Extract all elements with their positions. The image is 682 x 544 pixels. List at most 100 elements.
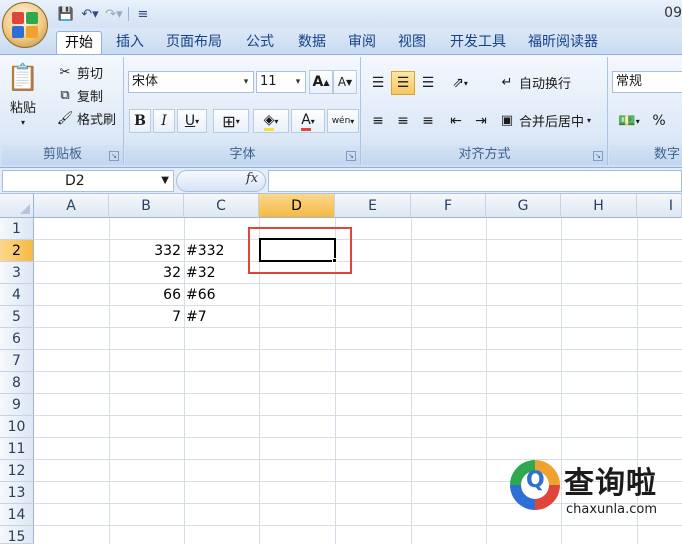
quick-access-toolbar: 💾 ↶▾ ↷▾ ≡ [56,4,153,24]
align-left-button[interactable]: ≡ [366,109,390,133]
align-center-button[interactable]: ≡ [391,109,415,133]
tab-view[interactable]: 视图 [390,31,434,54]
row-header-7[interactable]: 7 [0,350,34,372]
number-group: 常规 💵 ▾ % 数字 [609,57,682,165]
column-header-h[interactable]: H [561,194,637,218]
row-header-4[interactable]: 4 [0,284,34,306]
formula-input[interactable] [268,170,682,192]
align-right-button[interactable]: ≡ [416,109,440,133]
scissors-icon: ✂ [59,65,71,80]
tab-review[interactable]: 审阅 [340,31,384,54]
column-header-d[interactable]: D [259,194,335,218]
cell-b4[interactable]: 66 [109,284,184,306]
clipboard-group: 📋 粘贴 ▾ ✂ 剪切 ⧉ 复制 🖌 格式刷 剪贴板 ↘ [2,57,124,165]
copy-icon: ⧉ [60,88,70,103]
number-format-combo[interactable]: 常规 [612,71,682,93]
wrap-text-button[interactable]: ↵ 自动换行 [498,73,571,92]
column-header-f[interactable]: F [411,194,486,218]
column-header-e[interactable]: E [335,194,411,218]
align-middle-button[interactable]: ☰ [391,71,415,95]
cell-b2[interactable]: 332 [109,240,184,262]
align-middle-icon: ☰ [396,75,410,91]
font-launcher-icon[interactable]: ↘ [346,151,356,161]
merge-center-button[interactable]: ▣ 合并后居中 ▾ [498,111,591,130]
orientation-button[interactable]: ⇗ ▾ [444,71,476,95]
font-name-combo[interactable]: 宋体 ▾ [128,71,254,93]
increase-indent-button[interactable]: ⇥ [469,109,493,133]
row-header-5[interactable]: 5 [0,306,34,328]
percent-button[interactable]: % [647,109,671,133]
ribbon-tabs: 开始 插入 页面布局 公式 数据 审阅 视图 开发工具 福昕阅读器 [0,28,682,54]
insert-function-icon[interactable]: fx [246,171,258,186]
chevron-down-icon: ▾ [635,116,640,126]
font-size-combo[interactable]: 11 ▾ [256,71,306,93]
increase-indent-icon: ⇥ [475,113,487,129]
row-header-10[interactable]: 10 [0,416,34,438]
name-box[interactable]: D2 ▼ [2,170,174,192]
alignment-launcher-icon[interactable]: ↘ [593,151,603,161]
tab-home[interactable]: 开始 [56,31,102,54]
tab-insert[interactable]: 插入 [108,31,152,54]
orientation-icon: ⇗ [452,75,464,91]
customize-qat-icon[interactable]: ≡ [133,5,153,23]
paste-button[interactable]: 📋 粘贴 ▾ [7,61,39,127]
row-header-15[interactable]: 15 [0,526,34,544]
cell-b5[interactable]: 7 [109,306,184,328]
cut-button[interactable]: ✂ 剪切 [56,63,103,82]
borders-button[interactable]: ⊞ ▾ [213,109,249,133]
row-header-11[interactable]: 11 [0,438,34,460]
fill-color-button[interactable]: ◈ ▾ [253,109,289,133]
font-group: 宋体 ▾ 11 ▾ A ▲ A ▼ B I U ▾ ⊞ ▾ ◈ ▾ A ▾ wé… [125,57,361,165]
column-header-c[interactable]: C [184,194,259,218]
row-header-9[interactable]: 9 [0,394,34,416]
cell-c5[interactable]: #7 [184,306,259,328]
tab-formulas[interactable]: 公式 [238,31,282,54]
italic-button[interactable]: I [153,109,175,133]
cell-b3[interactable]: 32 [109,262,184,284]
chevron-down-icon: ▾ [20,118,25,127]
undo-icon[interactable]: ↶▾ [80,5,100,23]
chevron-down-icon: ▾ [274,116,279,126]
column-header-b[interactable]: B [109,194,184,218]
redo-icon[interactable]: ↷▾ [104,5,124,23]
phonetic-button[interactable]: wén ▾ [327,109,359,133]
accounting-format-button[interactable]: 💵 ▾ [613,109,645,133]
copy-button[interactable]: ⧉ 复制 [56,86,103,105]
office-button[interactable] [2,2,48,48]
row-header-14[interactable]: 14 [0,504,34,526]
column-header-a[interactable]: A [34,194,109,218]
tab-data[interactable]: 数据 [290,31,334,54]
row-header-3[interactable]: 3 [0,262,34,284]
font-color-button[interactable]: A ▾ [291,109,325,133]
column-header-g[interactable]: G [486,194,561,218]
row-header-12[interactable]: 12 [0,460,34,482]
select-all-button[interactable] [0,194,34,218]
clipboard-launcher-icon[interactable]: ↘ [109,151,119,161]
align-left-icon: ≡ [372,113,384,129]
wrap-text-icon: ↵ [501,75,513,90]
number-format-value: 常规 [616,74,643,89]
row-header-6[interactable]: 6 [0,328,34,350]
cell-c4[interactable]: #66 [184,284,259,306]
underline-button[interactable]: U ▾ [177,109,207,133]
paintbrush-icon: 🖌 [56,111,74,126]
format-painter-button[interactable]: 🖌 格式刷 [56,109,116,128]
tab-foxit-reader[interactable]: 福昕阅读器 [520,31,606,54]
align-bottom-button[interactable]: ☰ [416,71,440,95]
column-header-i[interactable]: I [637,194,682,218]
grow-font-button[interactable]: A ▲ [309,70,333,94]
save-icon[interactable]: 💾 [56,5,76,23]
row-header-8[interactable]: 8 [0,372,34,394]
alignment-group: ☰ ☰ ☰ ⇗ ▾ ↵ 自动换行 ≡ ≡ ≡ ⇤ ⇥ ▣ 合并后居中 ▾ 对齐方式… [362,57,608,165]
row-header-13[interactable]: 13 [0,482,34,504]
gridline [34,393,682,394]
align-top-button[interactable]: ☰ [366,71,390,95]
watermark: Q 查询啦 chaxunla.com [510,456,682,526]
tab-page-layout[interactable]: 页面布局 [158,31,230,54]
tab-developer[interactable]: 开发工具 [442,31,514,54]
bold-button[interactable]: B [129,109,151,133]
row-header-2[interactable]: 2 [0,240,34,262]
row-header-1[interactable]: 1 [0,218,34,240]
shrink-font-button[interactable]: A ▼ [333,70,357,94]
decrease-indent-button[interactable]: ⇤ [444,109,468,133]
